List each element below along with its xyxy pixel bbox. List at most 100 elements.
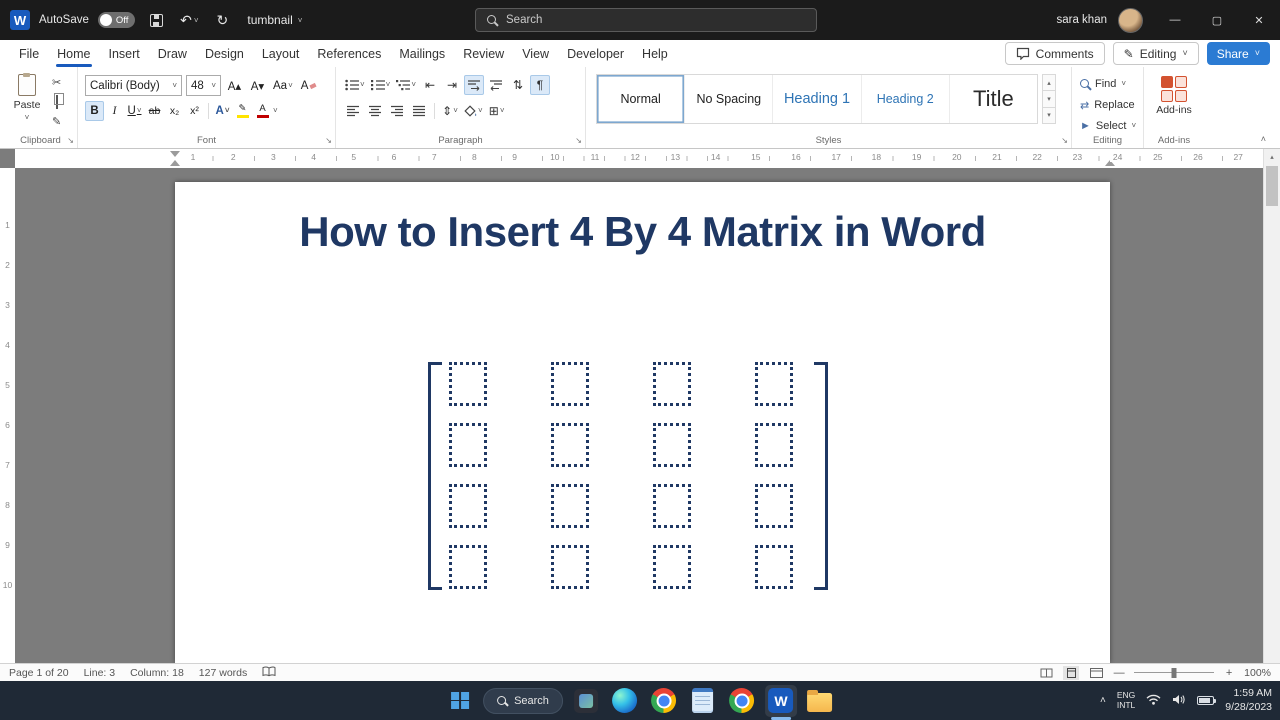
status-line[interactable]: Line: 3 [84,667,116,679]
bold-button[interactable]: B [85,101,104,121]
vertical-scrollbar[interactable]: ▴ [1263,149,1280,663]
align-left-button[interactable] [343,101,363,121]
document-title-menu[interactable]: tumbnail ˅ [247,13,302,27]
close-button[interactable]: ✕ [1238,0,1280,40]
matrix-placeholder-cell[interactable] [449,423,487,467]
styles-dialog-launcher[interactable]: ↘ [1061,137,1068,145]
copy-button[interactable] [55,95,58,109]
style-card-normal[interactable]: Normal [597,75,686,123]
redo-button[interactable]: ↻ [210,7,234,33]
matrix-placeholder-cell[interactable] [653,545,691,589]
matrix-placeholder-cell[interactable] [551,484,589,528]
right-to-left-button[interactable] [486,75,506,95]
user-avatar[interactable] [1118,7,1143,33]
start-button[interactable] [444,685,476,717]
text-effects-button[interactable]: A ˅ [213,101,232,121]
clock[interactable]: 1:59 AM 9/28/2023 [1225,687,1272,714]
autosave-toggle[interactable]: Off [97,12,136,28]
styles-scroll-up-button[interactable]: ▴ [1042,74,1056,92]
matrix-placeholder-cell[interactable] [449,545,487,589]
select-button[interactable]: ► Select ˅ [1080,117,1136,135]
font-color-button[interactable]: A [253,101,272,121]
volume-button[interactable] [1172,692,1186,710]
share-button[interactable]: Share ˅ [1206,42,1270,65]
subscript-button[interactable]: x₂ [165,101,184,121]
left-to-right-button[interactable] [464,75,485,95]
scroll-up-button[interactable]: ▴ [1264,149,1280,164]
titlebar-search[interactable]: Search [475,8,817,32]
borders-button[interactable]: ⊞ ˅ [487,101,507,121]
tab-help[interactable]: Help [633,42,677,66]
status-word-count[interactable]: 127 words [199,667,247,679]
style-card-heading-1[interactable]: Heading 1 [773,75,862,123]
tab-draw[interactable]: Draw [149,42,196,66]
matrix-placeholder-cell[interactable] [653,484,691,528]
add-ins-button[interactable]: Add-ins [1146,76,1202,116]
shading-button[interactable]: ˅ [462,101,485,121]
matrix-placeholder-cell[interactable] [653,423,691,467]
multilevel-list-button[interactable]: ˅ [394,75,418,95]
sort-button[interactable]: ⇅ [508,75,528,95]
matrix-placeholder-cell[interactable] [755,362,793,406]
bullets-button[interactable]: ˅ [343,75,367,95]
matrix-placeholder-cell[interactable] [551,362,589,406]
align-center-button[interactable] [365,101,385,121]
comments-button[interactable]: Comments [1004,42,1105,65]
web-layout-button[interactable] [1088,666,1104,680]
word-app-button[interactable]: W [764,684,797,720]
style-card-no-spacing[interactable]: No Spacing [685,75,774,123]
vertical-ruler[interactable]: 1 2 3 4 5 6 7 8 9 10 [0,168,15,663]
print-layout-button[interactable] [1063,665,1080,680]
strikethrough-button[interactable]: ab [145,101,164,121]
battery-icon[interactable] [1197,696,1217,705]
clipboard-dialog-launcher[interactable]: ↘ [67,137,74,145]
status-page[interactable]: Page 1 of 20 [9,667,69,679]
maximize-button[interactable]: ▢ [1196,0,1238,40]
tab-references[interactable]: References [308,42,390,66]
tab-view[interactable]: View [513,42,558,66]
tab-review[interactable]: Review [454,42,513,66]
matrix-placeholder-cell[interactable] [755,484,793,528]
zoom-slider[interactable] [1134,667,1215,678]
line-spacing-button[interactable]: ⇕ ˅ [440,101,460,121]
align-right-button[interactable] [387,101,407,121]
decrease-indent-button[interactable]: ⇤ [420,75,440,95]
font-dialog-launcher[interactable]: ↘ [325,137,332,145]
proofing-button[interactable] [262,666,276,680]
change-case-button[interactable]: Aa ˅ [271,76,295,96]
minimize-button[interactable]: — [1154,0,1196,40]
styles-more-button[interactable]: ▾ [1042,107,1056,124]
tab-home[interactable]: Home [48,42,99,67]
text-highlight-button[interactable]: ✎ [233,101,252,121]
format-painter-button[interactable]: ✎ [52,115,61,128]
notepad-app-button[interactable] [687,685,719,717]
document-page[interactable]: How to Insert 4 By 4 Matrix in Word [175,182,1110,663]
collapse-ribbon-button[interactable]: ˄ [1261,134,1266,144]
italic-button[interactable]: I [105,101,124,121]
shrink-font-button[interactable]: A▾ [248,76,267,96]
save-button[interactable] [144,7,168,33]
edge-app-button[interactable] [609,685,641,717]
undo-button[interactable]: ↶ ˅ [177,7,201,33]
document-heading[interactable]: How to Insert 4 By 4 Matrix in Word [175,208,1110,256]
replace-button[interactable]: ⇄ Replace [1080,96,1136,114]
zoom-in-button[interactable]: + [1223,667,1235,679]
styles-scroll-down-button[interactable]: ▾ [1042,91,1056,108]
matrix-placeholder-cell[interactable] [755,423,793,467]
tab-layout[interactable]: Layout [253,42,309,66]
language-indicator[interactable]: ENG INTL [1117,690,1135,711]
show-hide-marks-button[interactable]: ¶ [530,75,551,95]
style-card-heading-2[interactable]: Heading 2 [862,75,950,123]
matrix-placeholder-cell[interactable] [755,545,793,589]
increase-indent-button[interactable]: ⇥ [442,75,462,95]
browser-app-button[interactable] [726,685,758,717]
font-name-combobox[interactable]: Calibri (Body) ˅ [85,75,182,96]
tab-mailings[interactable]: Mailings [390,42,454,66]
tab-file[interactable]: File [10,42,48,66]
clear-formatting-button[interactable]: A [299,76,319,96]
paste-button[interactable]: Paste ˅ [9,73,45,123]
justify-button[interactable] [409,101,429,121]
taskbar-search[interactable]: Search [483,687,563,714]
file-explorer-button[interactable] [804,685,836,717]
scrollbar-thumb[interactable] [1266,166,1278,206]
